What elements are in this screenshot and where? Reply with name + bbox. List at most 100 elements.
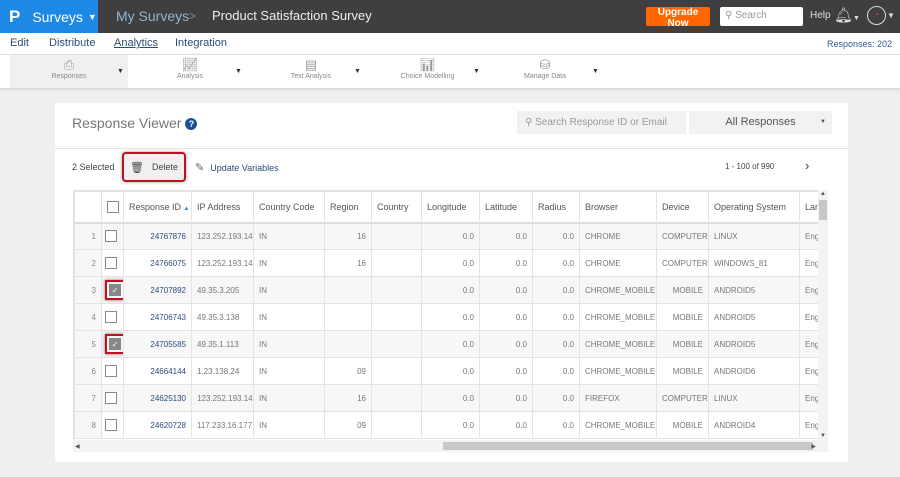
horizontal-scrollbar[interactable]: ◀ ▶ — [73, 440, 828, 452]
analytics-toolbar: ⎙ Responses ▼ 📈︎ Analysis ▼ ▤ Text Analysis… — [0, 55, 900, 88]
table-row[interactable]: 2 24766075 123.252.193.148 IN 16 0.0 0.0 0.0 CHR… — [74, 249, 827, 277]
row-checkbox[interactable] — [105, 365, 117, 377]
table-cell: 0.0 — [421, 303, 480, 331]
table-row[interactable]: 4 24706743 49.35.3.138 IN 0.0 0.0 0.0 CHROME_MO… — [74, 303, 827, 331]
table-cell: LINUX — [708, 384, 800, 412]
caret-down-icon[interactable]: ▼ — [473, 68, 480, 75]
table-cell: 16 — [324, 249, 372, 277]
row-checkbox[interactable] — [105, 257, 117, 269]
column-label: Browser — [585, 201, 619, 212]
tool-manage-data[interactable]: ⛁ Manage Data — [515, 55, 575, 88]
column-header[interactable]: IP Address — [191, 191, 254, 224]
table-cell: CHROME_MOBILE — [579, 411, 657, 439]
pagination-info: 1 - 100 of 990 — [725, 162, 775, 171]
select-all-checkbox[interactable] — [107, 200, 119, 213]
response-id-link[interactable]: 24705585 — [123, 330, 192, 358]
table-cell: 123.252.193.148 — [191, 384, 254, 412]
breadcrumb-my-surveys[interactable]: My Surveys — [116, 8, 189, 24]
vertical-scrollbar[interactable]: ▲ ▼ — [818, 190, 828, 440]
surveys-menu[interactable]: P Surveys ▼ — [0, 0, 98, 33]
global-search-input[interactable]: ⚲ Search — [720, 7, 803, 26]
table-cell: 16 — [324, 384, 372, 412]
row-number: 3 — [74, 276, 102, 304]
page-title: Response Viewer? — [72, 115, 198, 131]
tool-responses[interactable]: ⎙ Responses — [10, 55, 128, 88]
table-cell: 0.0 — [532, 303, 580, 331]
response-filter-select[interactable]: All Responses ▼ — [689, 111, 832, 134]
table-cell: 0.0 — [532, 222, 580, 250]
scroll-thumb[interactable] — [443, 442, 813, 450]
column-header[interactable]: Browser — [579, 191, 657, 224]
nav-analytics[interactable]: Analytics — [114, 37, 158, 49]
column-header[interactable]: Longitude — [421, 191, 480, 224]
row-checkbox[interactable] — [105, 311, 117, 323]
next-page-icon[interactable]: › — [805, 158, 809, 173]
column-header[interactable]: Country — [371, 191, 422, 224]
tool-text-analysis[interactable]: ▤ Text Analysis — [276, 55, 346, 88]
table-row[interactable]: 5 ✓ 24705585 49.35.1.113 IN 0.0 0.0 0.0 CHROME_M… — [74, 330, 827, 358]
delete-button[interactable]: 🗑︎ Delete — [122, 152, 186, 182]
checkbox-cell — [101, 357, 124, 385]
nav-integration[interactable]: Integration — [175, 37, 227, 49]
search-placeholder: Search Response ID or Email — [535, 117, 667, 128]
column-header[interactable]: Response ID ▲ — [123, 191, 192, 224]
help-link[interactable]: Help — [810, 10, 831, 21]
text-analysis-icon: ▤ — [304, 57, 318, 72]
row-checkbox[interactable]: ✓ — [109, 338, 121, 350]
table-cell: MOBILE — [656, 357, 709, 385]
column-header[interactable]: Device — [656, 191, 709, 224]
response-id-link[interactable]: 24664144 — [123, 357, 192, 385]
caret-down-icon[interactable]: ▼ — [592, 68, 599, 75]
table-cell: 0.0 — [532, 249, 580, 277]
table-cell: IN — [253, 222, 325, 250]
table-cell: 1.23.138.24 — [191, 357, 254, 385]
checkbox-cell — [101, 249, 124, 277]
column-header[interactable]: Region — [324, 191, 372, 224]
table-row[interactable]: 6 24664144 1.23.138.24 IN 09 0.0 0.0 0.0 CHROME_… — [74, 357, 827, 385]
help-icon[interactable]: ? — [185, 118, 198, 130]
table-cell: 0.0 — [421, 249, 480, 277]
table-cell: 0.0 — [421, 357, 480, 385]
table-row[interactable]: 7 24625130 123.252.193.148 IN 16 0.0 0.0 0.0 FIR… — [74, 384, 827, 412]
column-label: Response ID — [129, 201, 182, 212]
response-id-link[interactable]: 24625130 — [123, 384, 192, 412]
table-cell — [371, 276, 422, 304]
response-id-link[interactable]: 24706743 — [123, 303, 192, 331]
bell-icon[interactable]: 🔔︎▼ — [834, 6, 860, 24]
table-cell — [324, 330, 372, 358]
select-all-cell — [101, 191, 124, 224]
response-id-link[interactable]: 24767876 — [123, 222, 192, 250]
caret-down-icon[interactable]: ▼ — [117, 68, 124, 75]
table-cell: ANDROID5 — [708, 303, 800, 331]
row-checkbox[interactable] — [105, 419, 117, 431]
scroll-thumb[interactable] — [819, 200, 827, 220]
table-cell: 0.0 — [479, 222, 533, 250]
row-checkbox[interactable] — [105, 230, 117, 243]
caret-down-icon[interactable]: ▼ — [887, 11, 895, 20]
response-id-link[interactable]: 24707892 — [123, 276, 192, 304]
table-row[interactable]: 3 ✓ 24707892 49.35.3.205 IN 0.0 0.0 0.0 CHROME_M… — [74, 276, 827, 304]
column-header[interactable]: Operating System — [708, 191, 800, 224]
response-id-link[interactable]: 24620728 — [123, 411, 192, 439]
avatar[interactable]: ◔ — [867, 6, 886, 25]
response-id-link[interactable]: 24766075 — [123, 249, 192, 277]
column-header[interactable]: Latitude — [479, 191, 533, 224]
nav-edit[interactable]: Edit — [10, 37, 29, 49]
row-number-header — [74, 191, 102, 224]
caret-down-icon[interactable]: ▼ — [235, 68, 242, 75]
response-search-input[interactable]: ⚲ Search Response ID or Email — [517, 111, 686, 134]
row-checkbox[interactable] — [105, 392, 117, 404]
update-variables-button[interactable]: ✎ Update Variables — [195, 161, 279, 174]
column-header[interactable]: Country Code — [253, 191, 325, 224]
column-header[interactable]: Radius — [532, 191, 580, 224]
table-row[interactable]: 8 24620728 117.233.16.177 IN 09 0.0 0.0 0.0 CHRO… — [74, 411, 827, 439]
upgrade-button[interactable]: Upgrade Now — [646, 7, 710, 29]
tool-choice-modelling[interactable]: 📊︎ Choice Modelling — [390, 55, 465, 88]
nav-distribute[interactable]: Distribute — [49, 37, 95, 49]
row-checkbox[interactable]: ✓ — [109, 284, 121, 296]
table-row[interactable]: 1 24767876 123.252.193.148 IN 16 0.0 0.0 0.0 CHR… — [74, 222, 827, 250]
tool-label: Responses — [51, 73, 87, 80]
sort-asc-icon[interactable]: ▲ — [184, 206, 190, 212]
tool-analysis[interactable]: 📈︎ Analysis — [160, 55, 220, 88]
caret-down-icon[interactable]: ▼ — [354, 68, 361, 75]
